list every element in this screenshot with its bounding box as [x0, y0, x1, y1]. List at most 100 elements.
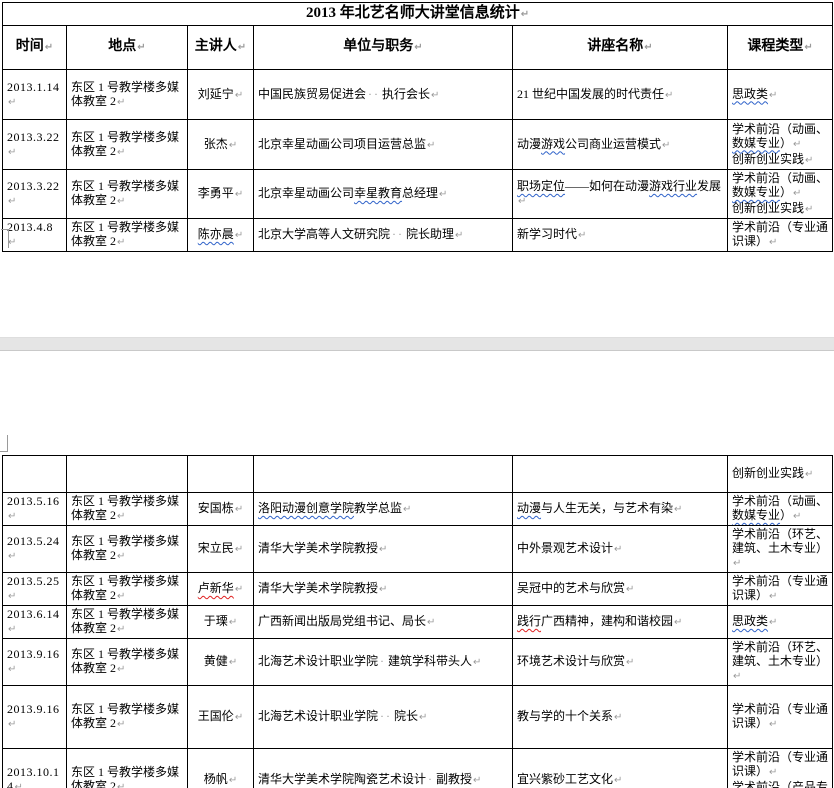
column-header[interactable]: 讲座名称↵: [513, 26, 728, 70]
cell-location[interactable]: 东区 1 号教学楼多媒体教室 2↵: [67, 639, 188, 686]
paragraph-mark: ↵: [768, 591, 777, 602]
text-run: 新学习时代: [517, 227, 577, 241]
cell-course-type[interactable]: 学术前沿（动画、数媒专业）↵创新创业实践↵: [728, 120, 833, 170]
cell-time[interactable]: 2013.1.14↵: [3, 70, 67, 120]
cell-location[interactable]: 东区 1 号教学楼多媒体教室 2↵: [67, 686, 188, 749]
cell-speaker[interactable]: [188, 456, 254, 493]
cell-course-type[interactable]: 学术前沿（环艺、建筑、土木专业）↵: [728, 526, 833, 573]
cell-course-type[interactable]: 学术前沿（专业通识课）↵: [728, 573, 833, 606]
column-header[interactable]: 课程类型↵: [728, 26, 833, 70]
document-title[interactable]: 2013 年北艺名师大讲堂信息统计↵: [3, 3, 833, 26]
cell-unit-title[interactable]: 清华大学美术学院教授↵: [254, 526, 513, 573]
cell-lecture-name[interactable]: 吴冠中的艺术与欣赏↵: [513, 573, 728, 606]
cell-location[interactable]: 东区 1 号教学楼多媒体教室 2↵: [67, 170, 188, 219]
cell-speaker[interactable]: 张杰↵: [188, 120, 254, 170]
cell-speaker[interactable]: 安国栋↵: [188, 493, 254, 526]
cell-unit-title[interactable]: 北京幸星动画公司幸星教育总经理↵: [254, 170, 513, 219]
paragraph-mark: ↵: [116, 237, 125, 248]
cell-course-type[interactable]: 学术前沿（专业通识课）↵: [728, 219, 833, 252]
cell-lecture-name[interactable]: 践行广西精神，建构和谐校园↵: [513, 606, 728, 639]
cell-speaker[interactable]: 宋立民↵: [188, 526, 254, 573]
cell-course-type[interactable]: 思政类↵: [728, 606, 833, 639]
cell-speaker[interactable]: 陈亦晨↵: [188, 219, 254, 252]
paragraph-mark: ↵: [732, 558, 741, 569]
cell-lecture-name[interactable]: 21 世纪中国发展的时代责任↵: [513, 70, 728, 120]
cell-time[interactable]: 2013.10.14↵: [3, 749, 67, 788]
paragraph-mark: ↵: [116, 97, 125, 108]
cell-location[interactable]: 东区 1 号教学楼多媒体教室 2↵: [67, 749, 188, 788]
paragraph-mark: ↵: [7, 591, 16, 602]
cell-lecture-name[interactable]: 职场定位——如何在动漫游戏行业发展↵: [513, 170, 728, 219]
cell-lecture-name[interactable]: 新学习时代↵: [513, 219, 728, 252]
cell-location[interactable]: 东区 1 号教学楼多媒体教室 2↵: [67, 573, 188, 606]
column-header[interactable]: 地点↵: [67, 26, 188, 70]
text-run: 2013.3.22: [7, 130, 60, 144]
cell-location[interactable]: 东区 1 号教学楼多媒体教室 2↵: [67, 526, 188, 573]
cell-course-type[interactable]: 学术前沿（动画、数媒专业）↵: [728, 493, 833, 526]
cell-time[interactable]: [3, 456, 67, 493]
paragraph-mark: ↵: [228, 775, 237, 786]
cell-unit-title[interactable]: 清华大学美术学院教授↵: [254, 573, 513, 606]
cell-unit-title[interactable]: 北海艺术设计职业学院·建筑学科带头人↵: [254, 639, 513, 686]
cell-unit-title[interactable]: 清华大学美术学院陶瓷艺术设计·副教授↵: [254, 749, 513, 788]
paragraph-mark: ↵: [402, 504, 411, 515]
cell-time[interactable]: 2013.5.24↵: [3, 526, 67, 573]
cell-course-type[interactable]: 学术前沿（专业通识课）↵: [728, 686, 833, 749]
cell-time[interactable]: 2013.6.14↵: [3, 606, 67, 639]
cell-course-type[interactable]: 学术前沿（环艺、建筑、土木专业）↵: [728, 639, 833, 686]
cell-speaker[interactable]: 刘延宁↵: [188, 70, 254, 120]
cell-course-type[interactable]: 思政类↵: [728, 70, 833, 120]
text-run: 创新创业实践: [732, 201, 804, 215]
cell-time[interactable]: 2013.3.22↵: [3, 120, 67, 170]
column-header[interactable]: 单位与职务↵: [254, 26, 513, 70]
cell-unit-title[interactable]: 广西新闻出版局党组书记、局长↵: [254, 606, 513, 639]
cell-time[interactable]: 2013.3.22↵: [3, 170, 67, 219]
cell-lecture-name[interactable]: 宜兴紫砂工艺文化↵: [513, 749, 728, 788]
cell-speaker[interactable]: 于瑮↵: [188, 606, 254, 639]
column-header[interactable]: 主讲人↵: [188, 26, 254, 70]
cell-speaker[interactable]: 卢新华↵: [188, 573, 254, 606]
paragraph-mark: ↵: [7, 196, 16, 207]
cell-unit-title[interactable]: 中国民族贸易促进会··执行会长↵: [254, 70, 513, 120]
text-run: 北海艺术设计职业学院: [258, 709, 378, 723]
cell-lecture-name[interactable]: [513, 456, 728, 493]
cell-time[interactable]: 2013.9.16↵: [3, 686, 67, 749]
text-run: 学术前沿（动画、: [732, 122, 828, 136]
text-run: ）: [780, 185, 792, 199]
cell-course-type[interactable]: 学术前沿（动画、数媒专业）↵创新创业实践↵: [728, 170, 833, 219]
cell-location[interactable]: 东区 1 号教学楼多媒体教室 2↵: [67, 493, 188, 526]
cell-time[interactable]: 2013.5.25↵: [3, 573, 67, 606]
cell-location[interactable]: 东区 1 号教学楼多媒体教室 2↵: [67, 120, 188, 170]
cell-speaker[interactable]: 黄健↵: [188, 639, 254, 686]
cell-time[interactable]: 2013.9.16↵: [3, 639, 67, 686]
cell-course-type[interactable]: 学术前沿（专业通识课）↵学术前沿（产品专业）↵: [728, 749, 833, 788]
cell-speaker[interactable]: 李勇平↵: [188, 170, 254, 219]
spellcheck-flagged-text: 数媒专业: [732, 136, 780, 150]
cell-speaker[interactable]: 王国伦↵: [188, 686, 254, 749]
cell-lecture-name[interactable]: 环境艺术设计与欣赏↵: [513, 639, 728, 686]
cell-lecture-name[interactable]: 动漫游戏公司商业运营模式↵: [513, 120, 728, 170]
cell-location[interactable]: [67, 456, 188, 493]
column-header[interactable]: 时间↵: [3, 26, 67, 70]
cell-location[interactable]: 东区 1 号教学楼多媒体教室 2↵: [67, 219, 188, 252]
cell-unit-title[interactable]: 北京大学高等人文研究院··院长助理↵: [254, 219, 513, 252]
text-run: 学术前沿（动画、: [732, 494, 828, 508]
text-run: 中国民族贸易促进会: [258, 87, 366, 101]
paragraph-mark: ↵: [792, 139, 801, 150]
cell-lecture-name[interactable]: 教与学的十个关系↵: [513, 686, 728, 749]
cell-unit-title[interactable]: 北京幸星动画公司项目运营总监↵: [254, 120, 513, 170]
cell-course-type[interactable]: 创新创业实践↵: [728, 456, 833, 493]
cell-unit-title[interactable]: [254, 456, 513, 493]
paragraph-mark: ↵: [234, 90, 243, 101]
cell-speaker[interactable]: 杨帆↵: [188, 749, 254, 788]
cell-location[interactable]: 东区 1 号教学楼多媒体教室 2↵: [67, 70, 188, 120]
cell-unit-title[interactable]: 洛阳动漫创意学院教学总监↵: [254, 493, 513, 526]
table-row: 2013.5.16↵东区 1 号教学楼多媒体教室 2↵安国栋↵洛阳动漫创意学院教…: [3, 493, 833, 526]
cell-time[interactable]: 2013.5.16↵: [3, 493, 67, 526]
cell-unit-title[interactable]: 北海艺术设计职业学院··院长↵: [254, 686, 513, 749]
cell-time[interactable]: 2013.4.8↵: [3, 219, 67, 252]
cell-lecture-name[interactable]: 中外景观艺术设计↵: [513, 526, 728, 573]
cell-location[interactable]: 东区 1 号教学楼多媒体教室 2↵: [67, 606, 188, 639]
paragraph-mark: ↵: [228, 617, 237, 628]
cell-lecture-name[interactable]: 动漫与人生无关，与艺术有染↵: [513, 493, 728, 526]
